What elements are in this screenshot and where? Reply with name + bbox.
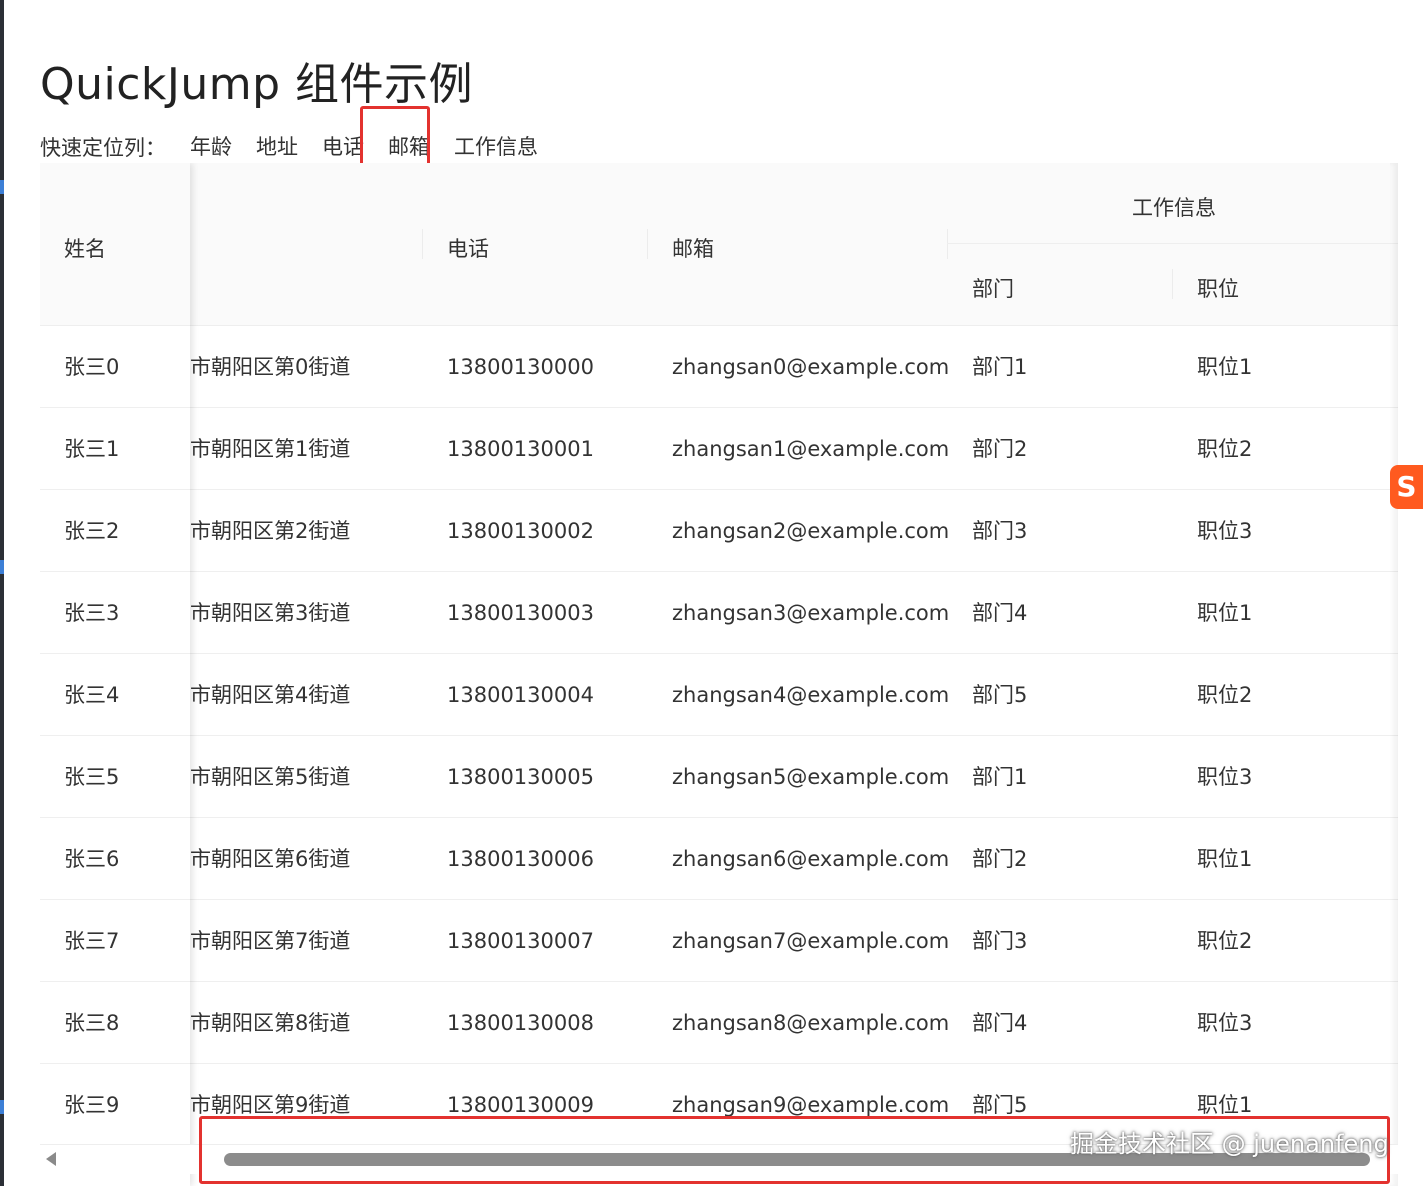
watermark: 掘金技术社区 @ juenanfeng bbox=[1070, 1130, 1389, 1158]
scroll-left-arrow-icon[interactable] bbox=[46, 1152, 56, 1166]
cell-name: 张三8 bbox=[64, 1011, 120, 1035]
cell-department: 部门2 bbox=[972, 847, 1028, 871]
quickjump-item-email[interactable]: 邮箱 bbox=[378, 130, 440, 164]
cell-department: 部门5 bbox=[972, 1093, 1028, 1117]
cell-address: 市朝阳区第1街道 bbox=[190, 437, 351, 461]
cell-name: 张三3 bbox=[64, 601, 120, 625]
cell-name: 张三4 bbox=[64, 683, 120, 707]
header-email[interactable]: 邮箱 bbox=[672, 233, 714, 263]
header-divider bbox=[947, 229, 948, 259]
table-header: 姓名 电话 邮箱 工作信息 部门 职位 bbox=[40, 163, 1398, 326]
cell-position: 职位2 bbox=[1197, 929, 1253, 953]
cell-position: 职位1 bbox=[1197, 847, 1253, 871]
page-title: QuickJump 组件示例 bbox=[40, 59, 474, 110]
table-row: 张三7 市朝阳区第7街道 13800130007 zhangsan7@examp… bbox=[40, 900, 1398, 982]
cell-phone: 13800130002 bbox=[447, 519, 594, 543]
header-group-divider bbox=[947, 243, 1398, 244]
cell-email: zhangsan1@example.com bbox=[672, 437, 950, 461]
quickjump-bar: 快速定位列： 年龄 地址 电话 邮箱 工作信息 bbox=[40, 130, 552, 164]
cell-position: 职位3 bbox=[1197, 1011, 1253, 1035]
cell-department: 部门5 bbox=[972, 683, 1028, 707]
cell-name: 张三9 bbox=[64, 1093, 120, 1117]
cell-phone: 13800130004 bbox=[447, 683, 594, 707]
cell-position: 职位1 bbox=[1197, 355, 1253, 379]
table-row: 张三2 市朝阳区第2街道 13800130002 zhangsan2@examp… bbox=[40, 490, 1398, 572]
cell-name: 张三6 bbox=[64, 847, 120, 871]
cell-address: 市朝阳区第7街道 bbox=[190, 929, 351, 953]
header-divider bbox=[1172, 269, 1173, 299]
cell-department: 部门4 bbox=[972, 1011, 1028, 1035]
cell-department: 部门2 bbox=[972, 437, 1028, 461]
cell-position: 职位3 bbox=[1197, 765, 1253, 789]
cell-address: 市朝阳区第0街道 bbox=[190, 355, 351, 379]
table-row: 张三1 市朝阳区第1街道 13800130001 zhangsan1@examp… bbox=[40, 408, 1398, 490]
cell-phone: 13800130003 bbox=[447, 601, 594, 625]
cell-department: 部门3 bbox=[972, 929, 1028, 953]
cell-phone: 13800130000 bbox=[447, 355, 594, 379]
data-table: 姓名 电话 邮箱 工作信息 部门 职位 张三0 市朝阳区第0街道 1380013… bbox=[40, 163, 1398, 1186]
table-row: 张三4 市朝阳区第4街道 13800130004 zhangsan4@examp… bbox=[40, 654, 1398, 736]
floating-s-icon[interactable]: S bbox=[1390, 465, 1423, 509]
cell-email: zhangsan6@example.com bbox=[672, 847, 950, 871]
cell-address: 市朝阳区第5街道 bbox=[190, 765, 351, 789]
cell-department: 部门4 bbox=[972, 601, 1028, 625]
header-work-info[interactable]: 工作信息 bbox=[1132, 192, 1216, 222]
cell-department: 部门1 bbox=[972, 355, 1028, 379]
quickjump-item-address[interactable]: 地址 bbox=[246, 130, 308, 164]
cell-position: 职位2 bbox=[1197, 437, 1253, 461]
table-row: 张三5 市朝阳区第5街道 13800130005 zhangsan5@examp… bbox=[40, 736, 1398, 818]
cell-department: 部门3 bbox=[972, 519, 1028, 543]
cell-phone: 13800130001 bbox=[447, 437, 594, 461]
quickjump-item-phone[interactable]: 电话 bbox=[312, 130, 374, 164]
cell-email: zhangsan5@example.com bbox=[672, 765, 950, 789]
cell-position: 职位1 bbox=[1197, 601, 1253, 625]
header-phone[interactable]: 电话 bbox=[447, 233, 489, 263]
table-row: 张三6 市朝阳区第6街道 13800130006 zhangsan6@examp… bbox=[40, 818, 1398, 900]
cell-email: zhangsan8@example.com bbox=[672, 1011, 950, 1035]
edge-marker bbox=[0, 180, 4, 194]
cell-phone: 13800130008 bbox=[447, 1011, 594, 1035]
cell-name: 张三7 bbox=[64, 929, 120, 953]
cell-email: zhangsan2@example.com bbox=[672, 519, 950, 543]
cell-address: 市朝阳区第4街道 bbox=[190, 683, 351, 707]
header-name[interactable]: 姓名 bbox=[64, 233, 106, 263]
cell-position: 职位2 bbox=[1197, 683, 1253, 707]
cell-address: 市朝阳区第8街道 bbox=[190, 1011, 351, 1035]
left-window-edge bbox=[0, 0, 4, 1186]
quickjump-item-work[interactable]: 工作信息 bbox=[444, 130, 548, 164]
quickjump-item-age[interactable]: 年龄 bbox=[180, 130, 242, 164]
header-divider bbox=[647, 229, 648, 259]
table-row: 张三3 市朝阳区第3街道 13800130003 zhangsan3@examp… bbox=[40, 572, 1398, 654]
cell-address: 市朝阳区第2街道 bbox=[190, 519, 351, 543]
cell-address: 市朝阳区第6街道 bbox=[190, 847, 351, 871]
table-row: 张三8 市朝阳区第8街道 13800130008 zhangsan8@examp… bbox=[40, 982, 1398, 1064]
edge-marker bbox=[0, 560, 4, 574]
cell-email: zhangsan0@example.com bbox=[672, 355, 950, 379]
cell-name: 张三5 bbox=[64, 765, 120, 789]
cell-name: 张三1 bbox=[64, 437, 120, 461]
cell-phone: 13800130009 bbox=[447, 1093, 594, 1117]
header-position[interactable]: 职位 bbox=[1197, 273, 1239, 303]
header-divider bbox=[422, 229, 423, 259]
cell-name: 张三2 bbox=[64, 519, 120, 543]
cell-address: 市朝阳区第3街道 bbox=[190, 601, 351, 625]
cell-email: zhangsan4@example.com bbox=[672, 683, 950, 707]
edge-marker bbox=[0, 1100, 4, 1114]
cell-phone: 13800130005 bbox=[447, 765, 594, 789]
quickjump-label: 快速定位列： bbox=[40, 136, 166, 160]
cell-phone: 13800130007 bbox=[447, 929, 594, 953]
table-row: 张三0 市朝阳区第0街道 13800130000 zhangsan0@examp… bbox=[40, 326, 1398, 408]
header-department[interactable]: 部门 bbox=[972, 273, 1014, 303]
cell-department: 部门1 bbox=[972, 765, 1028, 789]
cell-name: 张三0 bbox=[64, 355, 120, 379]
cell-phone: 13800130006 bbox=[447, 847, 594, 871]
cell-position: 职位3 bbox=[1197, 519, 1253, 543]
cell-email: zhangsan7@example.com bbox=[672, 929, 950, 953]
cell-email: zhangsan3@example.com bbox=[672, 601, 950, 625]
cell-email: zhangsan9@example.com bbox=[672, 1093, 950, 1117]
cell-address: 市朝阳区第9街道 bbox=[190, 1093, 351, 1117]
